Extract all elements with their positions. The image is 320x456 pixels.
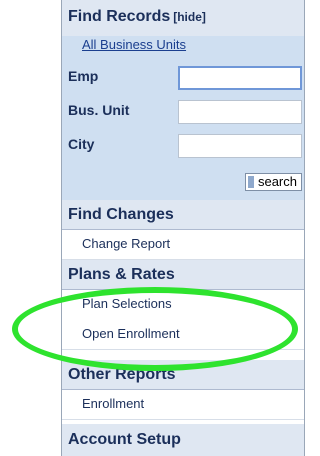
- emp-input[interactable]: [178, 66, 302, 90]
- stage: Find Records [hide] All Business Units Em…: [0, 0, 314, 456]
- plan-selections-label: Plan Selections: [82, 296, 172, 311]
- search-button[interactable]: search: [245, 173, 302, 191]
- account-setup-title: Account Setup: [68, 431, 181, 448]
- nav-item-open-enrollment[interactable]: Open Enrollment: [62, 320, 304, 350]
- search-button-label: search: [257, 174, 297, 189]
- open-enrollment-label: Open Enrollment: [82, 326, 180, 341]
- find-records-section: All Business Units Emp Bus. Unit City se…: [62, 36, 304, 200]
- city-label: City: [68, 136, 95, 152]
- nav-item-plan-selections[interactable]: Plan Selections: [62, 290, 304, 320]
- bus-unit-label: Bus. Unit: [68, 102, 130, 118]
- bus-unit-input[interactable]: [178, 100, 302, 124]
- plans-rates-header[interactable]: Plans & Rates: [62, 260, 304, 290]
- all-business-units-link[interactable]: All Business Units: [82, 36, 186, 54]
- city-input[interactable]: [178, 134, 302, 158]
- nav-item-change-report[interactable]: Change Report: [62, 230, 304, 260]
- find-records-title: Find Records: [68, 8, 171, 25]
- account-setup-header[interactable]: Account Setup: [62, 424, 304, 456]
- enrollment-label: Enrollment: [82, 396, 145, 411]
- find-changes-header[interactable]: Find Changes: [62, 200, 304, 230]
- sidebar-panel: Find Records [hide] All Business Units Em…: [61, 0, 305, 456]
- find-records-header: Find Records [hide]: [62, 0, 304, 36]
- other-reports-title: Other Reports: [68, 366, 176, 383]
- search-button-stripe: [248, 176, 254, 188]
- find-changes-title: Find Changes: [68, 206, 174, 223]
- plans-rates-title: Plans & Rates: [68, 266, 175, 283]
- emp-label: Emp: [68, 68, 99, 84]
- nav-item-enrollment[interactable]: Enrollment: [62, 390, 304, 420]
- hide-toggle-link[interactable]: [hide]: [173, 10, 206, 24]
- change-report-label: Change Report: [82, 236, 171, 251]
- other-reports-header[interactable]: Other Reports: [62, 360, 304, 390]
